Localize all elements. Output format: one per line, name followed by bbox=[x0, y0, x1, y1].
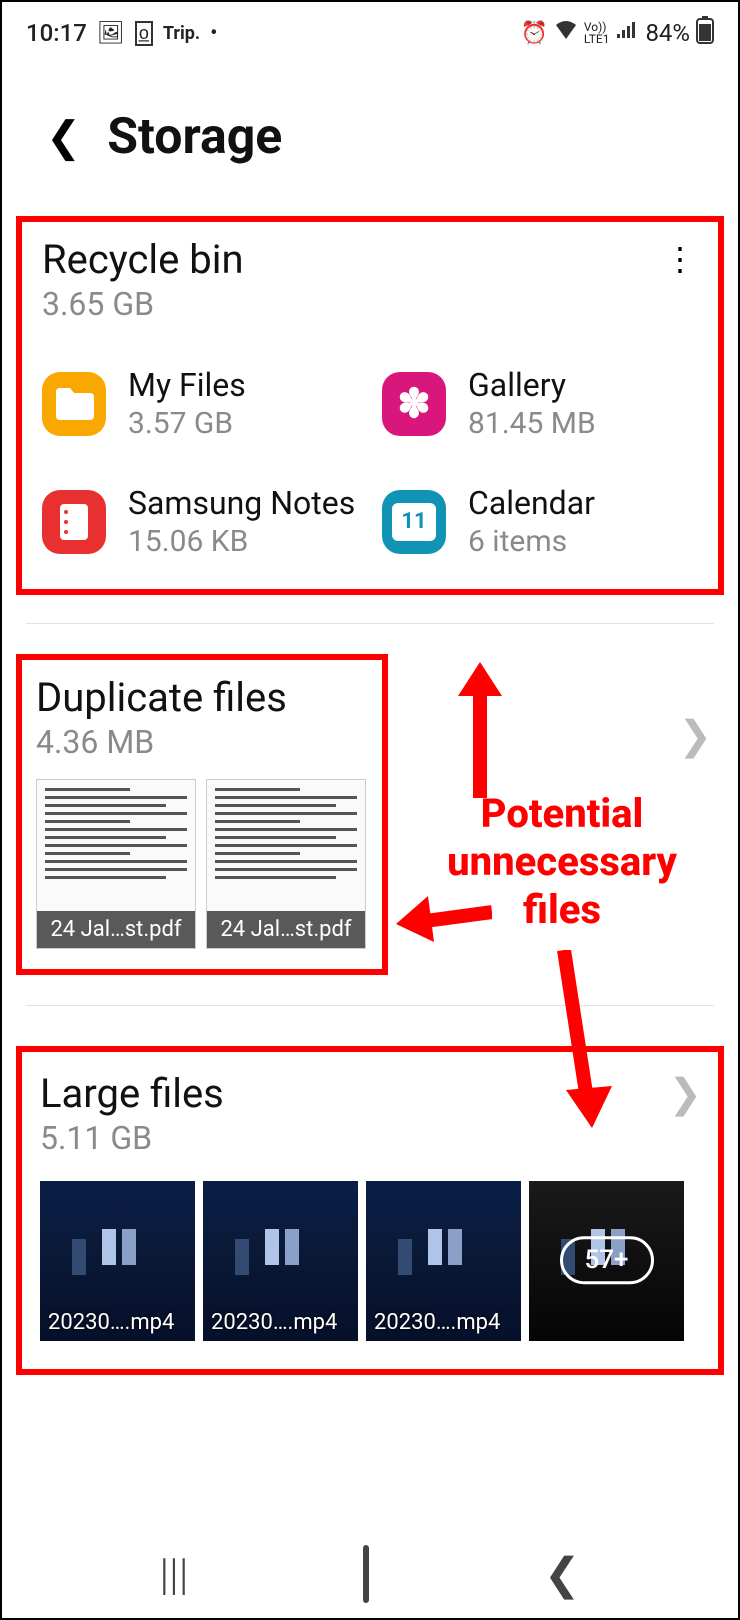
back-icon[interactable]: ❮ bbox=[46, 112, 81, 162]
recycle-app-gallery[interactable]: Gallery 81.45 MB bbox=[382, 367, 702, 441]
chevron-right-icon[interactable]: ❯ bbox=[678, 712, 712, 759]
duplicate-file-thumb[interactable]: 24 Jal…st.pdf bbox=[36, 779, 196, 949]
thumb-label: 20230….mp4 bbox=[40, 1304, 182, 1341]
more-icon[interactable]: ⋮ bbox=[654, 236, 702, 282]
thumb-label: 24 Jal…st.pdf bbox=[37, 911, 195, 948]
large-files-title: Large files bbox=[40, 1070, 224, 1117]
gallery-icon bbox=[382, 372, 446, 436]
annotation-arrow-down bbox=[540, 950, 620, 1130]
recycle-bin-size: 3.65 GB bbox=[42, 285, 244, 323]
app-name: Samsung Notes bbox=[128, 485, 355, 522]
chevron-right-icon[interactable]: ❯ bbox=[668, 1070, 702, 1117]
app-size: 15.06 KB bbox=[128, 524, 355, 559]
duplicate-files-section[interactable]: Duplicate files 4.36 MB 24 Jal…st.pdf bbox=[16, 654, 388, 975]
dot-icon: • bbox=[210, 21, 217, 46]
thumb-label: 24 Jal…st.pdf bbox=[207, 911, 365, 948]
duplicate-size: 4.36 MB bbox=[36, 723, 368, 761]
battery-percentage: 84% bbox=[645, 19, 690, 47]
status-time: 10:17 bbox=[26, 19, 87, 47]
nav-bar: ||| ❮ bbox=[2, 1530, 738, 1618]
thumb-label: 20230….mp4 bbox=[203, 1304, 345, 1341]
calendar-icon: 11 bbox=[382, 490, 446, 554]
folder-icon bbox=[42, 372, 106, 436]
app-notif-icon: o̲ bbox=[135, 21, 153, 46]
large-file-thumb[interactable]: 20230….mp4 bbox=[203, 1181, 358, 1341]
large-files-size: 5.11 GB bbox=[40, 1119, 224, 1157]
volte-icon: Vo))LTE1 bbox=[584, 21, 610, 45]
divider bbox=[26, 623, 714, 624]
alarm-icon: ⏰ bbox=[520, 21, 547, 46]
app-size: 81.45 MB bbox=[468, 406, 596, 441]
app-size: 3.57 GB bbox=[128, 406, 246, 441]
recycle-bin-section[interactable]: Recycle bin 3.65 GB ⋮ My Files 3.57 GB G… bbox=[16, 216, 724, 595]
notes-icon bbox=[42, 490, 106, 554]
large-file-thumb-more[interactable]: 57+ bbox=[529, 1181, 684, 1341]
thumb-label: 20230….mp4 bbox=[366, 1304, 508, 1341]
recycle-app-myfiles[interactable]: My Files 3.57 GB bbox=[42, 367, 362, 441]
trip-icon: Trip. bbox=[163, 23, 200, 44]
recycle-app-samsung-notes[interactable]: Samsung Notes 15.06 KB bbox=[42, 485, 362, 559]
annotation-arrow-up bbox=[450, 658, 510, 798]
app-size: 6 items bbox=[468, 524, 595, 559]
signal-icon bbox=[615, 20, 639, 46]
recycle-bin-title: Recycle bin bbox=[42, 236, 244, 283]
large-file-thumb[interactable]: 20230….mp4 bbox=[366, 1181, 521, 1341]
recycle-app-calendar[interactable]: 11 Calendar 6 items bbox=[382, 485, 702, 559]
battery-icon bbox=[696, 16, 714, 50]
duplicate-title: Duplicate files bbox=[36, 674, 368, 721]
recents-button[interactable]: ||| bbox=[159, 1548, 188, 1600]
image-icon: 🖼 bbox=[97, 21, 125, 46]
app-name: My Files bbox=[128, 367, 246, 404]
app-name: Gallery bbox=[468, 367, 596, 404]
annotation-text: Potential unnecessary files bbox=[422, 790, 702, 934]
more-count-badge: 57+ bbox=[560, 1237, 654, 1285]
header: ❮ Storage bbox=[2, 58, 738, 206]
status-bar: 10:17 🖼 o̲ Trip. • ⏰ Vo))LTE1 84% bbox=[2, 8, 738, 58]
page-title: Storage bbox=[107, 108, 282, 166]
home-button[interactable] bbox=[363, 1548, 369, 1600]
duplicate-file-thumb[interactable]: 24 Jal…st.pdf bbox=[206, 779, 366, 949]
back-button[interactable]: ❮ bbox=[544, 1548, 581, 1600]
app-name: Calendar bbox=[468, 485, 595, 522]
wifi-icon bbox=[554, 19, 578, 47]
large-file-thumb[interactable]: 20230….mp4 bbox=[40, 1181, 195, 1341]
